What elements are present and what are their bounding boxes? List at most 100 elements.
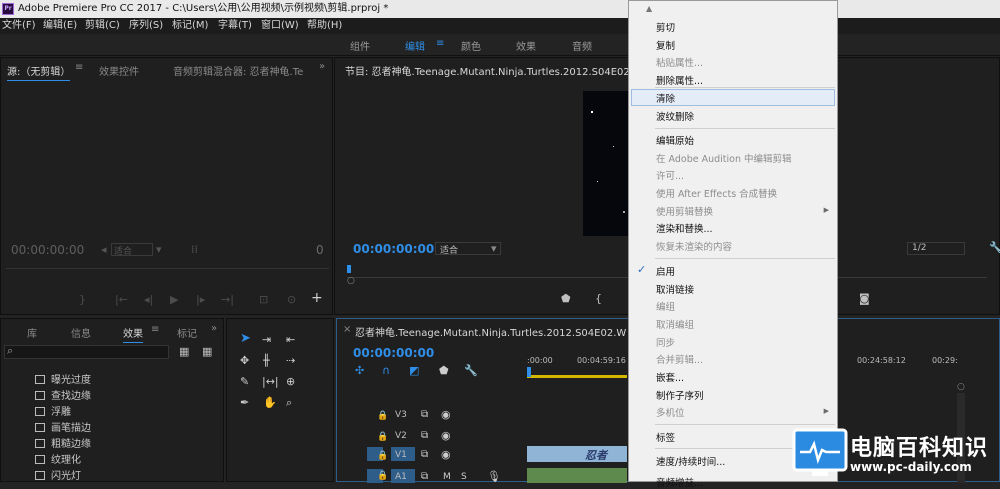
effect-item[interactable]: 粗糙边缘 [35,435,91,450]
menu-sequence[interactable]: 序列(S) [129,18,163,34]
menu-title[interactable]: 字幕(T) [218,18,252,34]
sync-lock-icon[interactable]: ⧉ [421,409,428,421]
sync-lock-icon[interactable]: ⧉ [421,430,428,442]
eye-icon[interactable]: ◉ [441,430,451,442]
menu-item-replace-with-ae[interactable]: 使用 After Effects 合成替换 [656,186,777,200]
step-back-icon[interactable]: ◂| [144,294,153,306]
razor-tool-icon[interactable]: ✎ [240,376,249,388]
lock-icon[interactable]: 🔒 [377,470,388,482]
linked-selection-icon[interactable]: ◩ [409,365,419,377]
step-forward-icon[interactable]: |▸ [196,294,205,306]
menu-item-cut[interactable]: 剪切 [656,20,675,34]
playhead[interactable] [347,265,351,273]
expand-panels-icon[interactable]: » [319,61,325,72]
menu-item-unlink[interactable]: 取消链接 [656,282,694,296]
resolution-select[interactable]: 1/2 [907,242,965,255]
track-v3[interactable]: V3 [395,410,407,420]
insert-icon[interactable]: ⊡ [259,294,268,306]
tab-effect-controls[interactable]: 效果控件 [99,63,139,78]
slide-tool-icon[interactable]: ⊕ [286,376,295,388]
scroll-handle-icon[interactable]: ○ [957,381,965,393]
menu-item-synchronize[interactable]: 同步 [656,335,675,349]
program-timecode[interactable]: 00:00:00:00 [353,242,434,256]
lock-icon[interactable]: 🔒 [377,410,388,422]
go-to-in-icon[interactable]: |← [115,294,128,306]
menu-item-enable[interactable]: 启用 [656,264,675,278]
workspace-audio[interactable]: 音频 [572,38,592,53]
ripple-edit-icon[interactable]: ✥ [240,355,249,367]
timeline-sequence-tab[interactable]: 忍者神龟.Teenage.Mutant.Ninja.Turtles.2012.S… [355,324,627,339]
timeline-playhead[interactable] [527,367,531,377]
menu-item-render-and-replace[interactable]: 渲染和替换... [656,221,713,235]
rolling-edit-icon[interactable]: ╫ [263,355,270,367]
workspace-assembly[interactable]: 组件 [350,38,370,53]
rate-stretch-icon[interactable]: ⇢ [286,355,295,367]
pen-tool-icon[interactable]: ✒ [240,397,249,409]
menu-item-edit-original[interactable]: 编辑原始 [656,133,694,147]
menu-edit[interactable]: 编辑(E) [43,18,77,34]
timeline-timecode[interactable]: 00:00:00:00 [353,346,434,360]
effects-search-input[interactable] [4,345,169,359]
menu-item-ripple-delete[interactable]: 波纹删除 [656,109,694,123]
menu-item-paste-attributes[interactable]: 粘贴属性... [656,55,703,69]
expand-panels-icon[interactable]: » [211,323,217,334]
mute-icon[interactable]: M [443,471,451,483]
export-frame-icon[interactable]: ⊙ [287,294,296,306]
effect-item[interactable]: 浮雕 [35,403,71,418]
lock-icon[interactable]: 🔒 [377,450,388,462]
source-scrubber[interactable] [6,268,329,269]
sync-lock-icon[interactable]: ⧉ [421,471,428,483]
eye-icon[interactable]: ◉ [441,409,451,421]
play-icon[interactable]: ▶ [170,294,178,306]
zoom-handle-icon[interactable]: ○ [347,275,355,287]
prev-marker-icon[interactable]: ◂ [101,244,107,256]
tab-libraries[interactable]: 库 [27,325,37,340]
eye-icon[interactable]: ◉ [441,449,451,461]
selection-tool-icon[interactable]: ➤ [240,332,251,345]
video-clip[interactable]: 忍者 [527,446,627,462]
tab-info[interactable]: 信息 [71,325,91,340]
snap-icon[interactable]: ∩ [382,365,390,377]
track-v2[interactable]: V2 [395,431,407,441]
effects-menu-icon[interactable]: ≡ [151,324,159,335]
effect-item[interactable]: 闪光灯 [35,467,81,482]
menu-item-ungroup[interactable]: 取消编组 [656,317,694,331]
fit-dropdown-icon[interactable]: ▾ [491,243,497,255]
zoom-tool-icon[interactable]: ⌕ [286,397,292,409]
effect-item[interactable]: 画笔描边 [35,419,91,434]
source-fit-select[interactable]: 适合 [111,243,153,257]
menu-item-clear[interactable]: 清除 [656,91,675,105]
menu-item-nest[interactable]: 嵌套... [656,370,684,384]
menu-item-audio-gain[interactable]: 音频增益... [656,475,703,489]
effect-item[interactable]: 查找边缘 [35,387,91,402]
effect-item[interactable]: 纹理化 [35,451,81,466]
dropdown-arrow-icon[interactable]: ▾ [156,244,162,256]
effect-item[interactable]: 曝光过度 [35,371,91,386]
sync-lock-icon[interactable]: ⧉ [421,449,428,461]
menu-item-speed-duration[interactable]: 速度/持续时间... [656,454,725,468]
tab-source[interactable]: 源:（无剪辑） [7,63,71,81]
track-a1[interactable]: A1 [395,472,407,482]
panel-menu-icon[interactable]: ≡ [75,62,83,73]
workspace-effects[interactable]: 效果 [516,38,536,53]
menu-item-label[interactable]: 标签 [656,430,675,444]
track-select-icon[interactable]: ⇥ [262,334,271,346]
workspace-menu-icon[interactable]: ≡ [436,38,444,49]
track-select-back-icon[interactable]: ⇤ [286,334,295,346]
lock-icon[interactable]: 🔒 [377,431,388,443]
slip-tool-icon[interactable]: |↔| [262,376,279,388]
tab-markers[interactable]: 标记 [177,325,197,340]
audio-clip[interactable] [527,468,627,483]
menu-clip[interactable]: 剪辑(C) [85,18,120,34]
menu-item-edit-in-audition[interactable]: 在 Adobe Audition 中编辑剪辑 [656,151,792,165]
close-tab-icon[interactable]: × [343,324,351,335]
hand-tool-icon[interactable]: ✋ [263,397,277,409]
menu-help[interactable]: 帮助(H) [307,18,342,34]
add-marker-icon[interactable]: ⬟ [561,293,571,305]
new-bin-icon[interactable]: ▦ [179,346,189,358]
workspace-editing[interactable]: 编辑 [405,38,425,53]
go-to-out-icon[interactable]: →| [221,294,234,306]
mark-in-icon[interactable]: } [79,294,86,306]
camera-icon[interactable]: ◙ [859,293,870,305]
menu-item-merge-clips[interactable]: 合并剪辑... [656,352,703,366]
